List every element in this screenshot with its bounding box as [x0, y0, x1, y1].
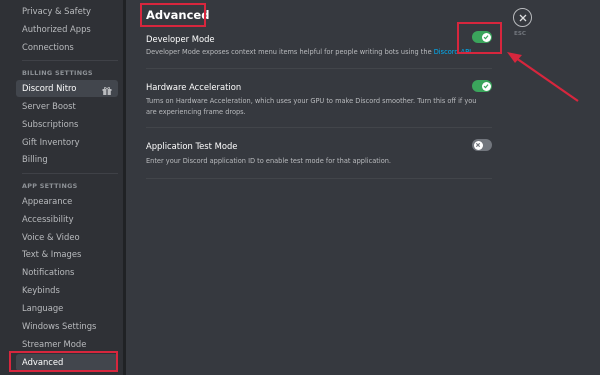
- sidebar-item-label: Server Boost: [22, 101, 76, 111]
- sidebar-divider: [22, 173, 118, 174]
- x-icon: [473, 140, 483, 150]
- settings-content: Advanced Developer Mode Developer Mode e…: [126, 0, 600, 375]
- sidebar-item-label: Subscriptions: [22, 119, 79, 129]
- sidebar-item-accessibility[interactable]: Accessibility: [16, 211, 118, 228]
- sidebar-item-gift-inventory[interactable]: Gift Inventory: [16, 134, 118, 151]
- sidebar-divider: [22, 60, 118, 61]
- sidebar-item-text-images[interactable]: Text & Images: [16, 246, 118, 263]
- sidebar-item-label: Language: [22, 303, 64, 313]
- close-settings-button[interactable]: ESC: [513, 8, 533, 37]
- sidebar-item-label: Billing: [22, 154, 48, 164]
- application-test-mode-toggle[interactable]: [472, 139, 492, 151]
- sidebar-item-authorized-apps[interactable]: Authorized Apps: [16, 21, 118, 38]
- sidebar-item-label: Notifications: [22, 267, 75, 277]
- sidebar-item-label: Gift Inventory: [22, 137, 80, 147]
- sidebar-item-subscriptions[interactable]: Subscriptions: [16, 116, 118, 133]
- sidebar-item-label: Privacy & Safety: [22, 6, 91, 16]
- hardware-acceleration-toggle[interactable]: [472, 80, 492, 92]
- application-test-mode-description: Enter your Discord application ID to ena…: [146, 157, 392, 165]
- sidebar-item-label: Accessibility: [22, 214, 74, 224]
- sidebar-highlight-box: [9, 351, 118, 372]
- sidebar-item-privacy-safety[interactable]: Privacy & Safety: [16, 3, 118, 20]
- sidebar-item-label: Authorized Apps: [22, 24, 91, 34]
- close-icon: [513, 8, 532, 27]
- sidebar-item-voice-video[interactable]: Voice & Video: [16, 229, 118, 246]
- sidebar-item-connections[interactable]: Connections: [16, 39, 118, 56]
- sidebar-item-label: Appearance: [22, 196, 73, 206]
- check-icon: [481, 81, 491, 91]
- description-text: Developer Mode exposes context menu item…: [146, 48, 434, 56]
- sidebar-item-label: Discord Nitro: [22, 83, 77, 93]
- sidebar-item-label: Keybinds: [22, 285, 60, 295]
- sidebar-item-notifications[interactable]: Notifications: [16, 264, 118, 281]
- sidebar-item-language[interactable]: Language: [16, 300, 118, 317]
- app-settings-header: APP SETTINGS: [22, 182, 78, 190]
- sidebar-item-windows-settings[interactable]: Windows Settings: [16, 318, 118, 335]
- application-test-mode-title: Application Test Mode: [146, 141, 238, 151]
- sidebar-item-discord-nitro[interactable]: Discord Nitro: [16, 80, 118, 97]
- sidebar-item-label: Streamer Mode: [22, 339, 87, 349]
- toggle-highlight-box: [457, 22, 502, 54]
- hardware-acceleration-description: Turns on Hardware Acceleration, which us…: [146, 97, 477, 116]
- settings-sidebar: Privacy & Safety Authorized Apps Connect…: [0, 0, 126, 375]
- title-highlight-box: [140, 3, 206, 27]
- billing-settings-header: BILLING SETTINGS: [22, 69, 93, 77]
- sidebar-item-keybinds[interactable]: Keybinds: [16, 282, 118, 299]
- sidebar-item-billing[interactable]: Billing: [16, 151, 118, 168]
- settings-divider: [146, 127, 492, 128]
- sidebar-item-server-boost[interactable]: Server Boost: [16, 98, 118, 115]
- sidebar-item-appearance[interactable]: Appearance: [16, 193, 118, 210]
- sidebar-item-label: Text & Images: [22, 249, 82, 259]
- sidebar-item-label: Connections: [22, 42, 74, 52]
- hardware-acceleration-title: Hardware Acceleration: [146, 82, 242, 92]
- developer-mode-description: Developer Mode exposes context menu item…: [146, 47, 486, 58]
- esc-label: ESC: [514, 31, 526, 37]
- settings-divider: [146, 68, 492, 69]
- settings-divider: [146, 178, 492, 179]
- gift-icon: [102, 84, 112, 95]
- sidebar-item-label: Voice & Video: [22, 232, 80, 242]
- developer-mode-title: Developer Mode: [146, 34, 215, 44]
- sidebar-item-label: Windows Settings: [22, 321, 97, 331]
